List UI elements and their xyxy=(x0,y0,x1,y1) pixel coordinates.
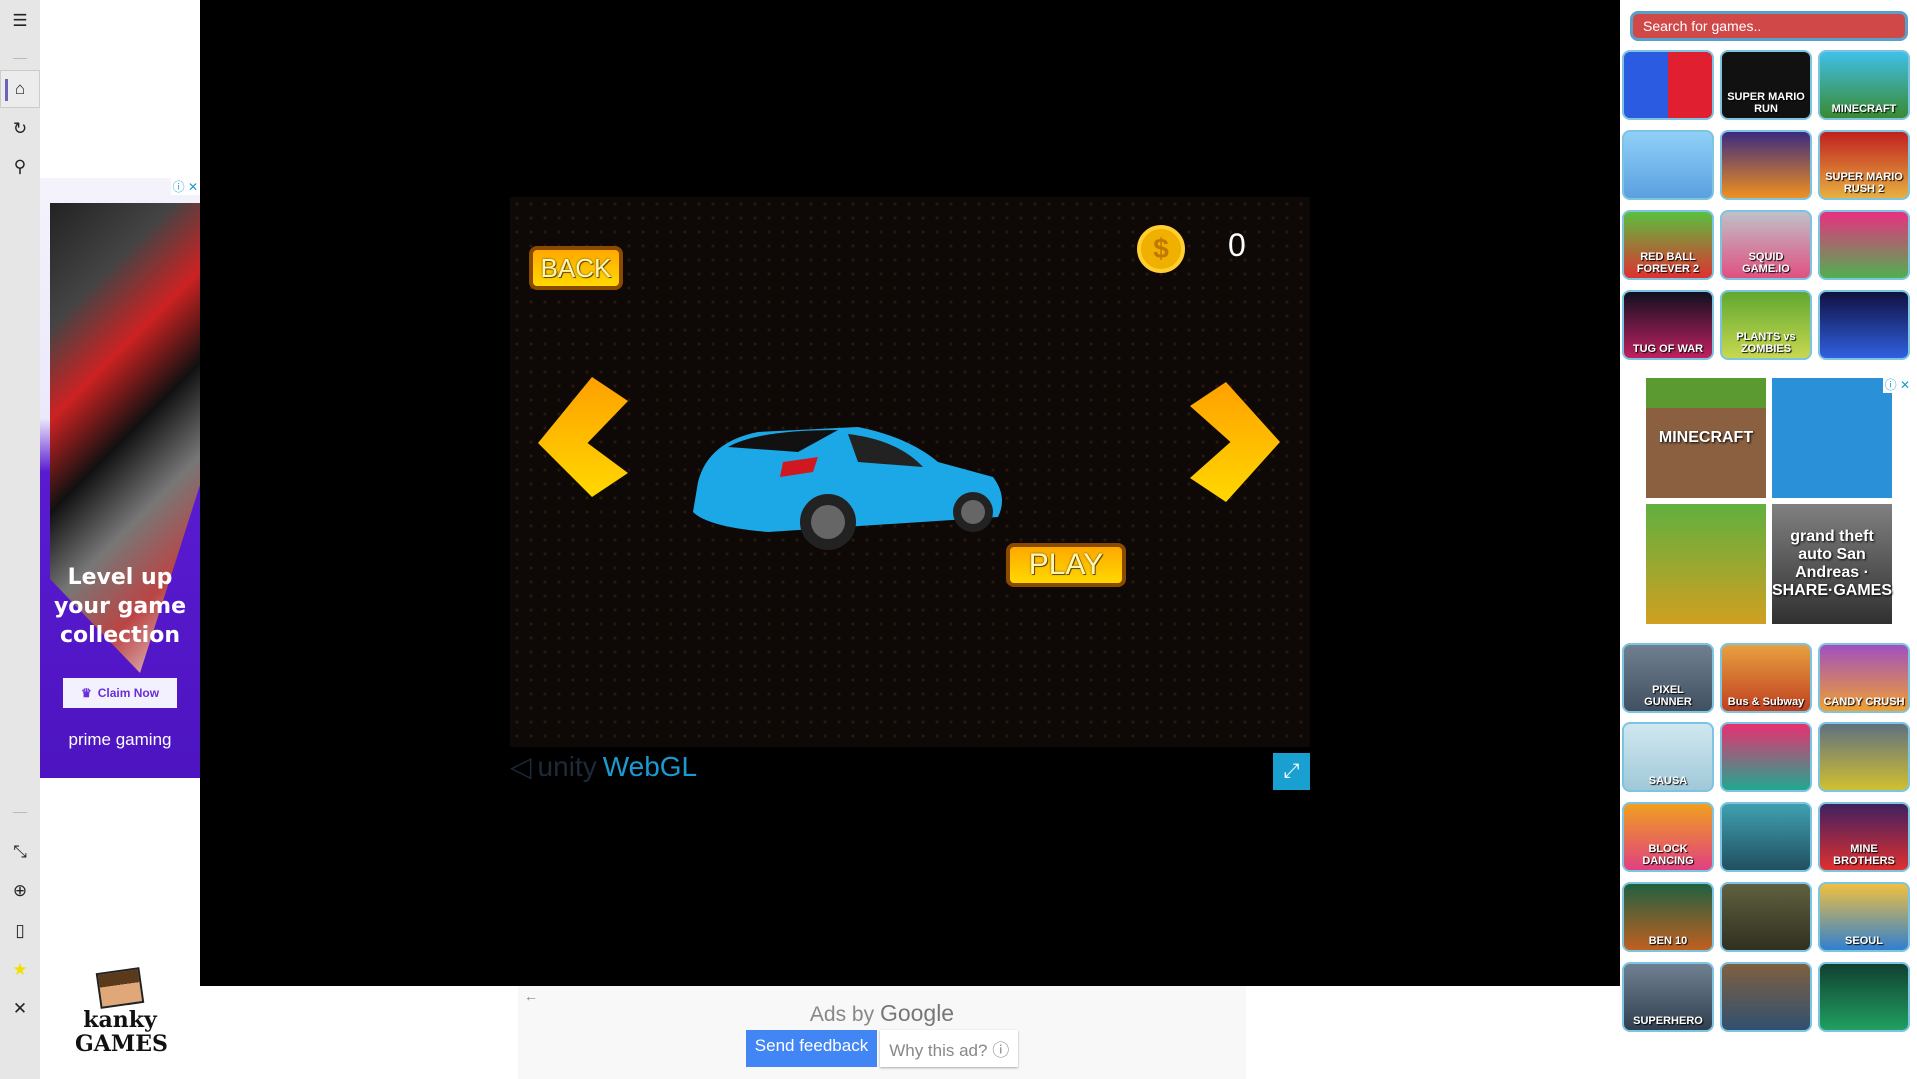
game-tile[interactable]: SUPER MARIO RUSH 2 xyxy=(1818,130,1910,200)
game-tile[interactable]: PIXEL GUNNER xyxy=(1622,643,1714,713)
car-preview xyxy=(693,427,1002,550)
game-tile[interactable]: SQUID GAME.IO xyxy=(1720,210,1812,280)
send-feedback-button[interactable]: Send feedback xyxy=(745,1030,878,1067)
ad-controls[interactable]: ⓘ ✕ xyxy=(1882,376,1912,393)
claim-now-button[interactable]: ♛ Claim Now xyxy=(63,678,177,708)
crown-icon: ♛ xyxy=(80,686,92,700)
home-icon[interactable]: ⌂ xyxy=(0,70,40,108)
ads-by-label: Ads by xyxy=(809,1003,875,1026)
divider xyxy=(13,58,27,59)
ad-headline: Level up your game collection xyxy=(53,565,187,648)
fullscreen-button[interactable]: ⤢ xyxy=(1273,753,1310,790)
bag-icon[interactable]: ▯ xyxy=(0,912,40,950)
coin-icon: $ xyxy=(1137,225,1185,273)
menu-icon[interactable]: ☰ xyxy=(0,2,40,40)
search-games-input[interactable] xyxy=(1630,11,1908,41)
game-tile[interactable]: BLOCK DANCING xyxy=(1622,802,1714,872)
why-this-ad-button[interactable]: Why this ad? ⓘ xyxy=(880,1030,1019,1067)
bottom-ad: ← Ads by Google Send feedback Why this a… xyxy=(518,986,1246,1079)
game-canvas[interactable]: BACK $ 0 PLAY xyxy=(510,197,1310,747)
ad-info-icon[interactable]: ⓘ xyxy=(1885,378,1897,392)
unity-webgl-logo: ◁ unity WebGL xyxy=(510,750,697,783)
google-label: Google xyxy=(879,1000,955,1026)
game-tile[interactable] xyxy=(1818,210,1910,280)
game-tile[interactable] xyxy=(1622,130,1714,200)
game-tile[interactable] xyxy=(1818,722,1910,792)
game-tile[interactable] xyxy=(1818,290,1910,360)
star-icon[interactable]: ★ xyxy=(0,951,40,989)
game-tile[interactable]: MINE BROTHERS xyxy=(1818,802,1910,872)
play-button[interactable]: PLAY xyxy=(1006,543,1126,587)
game-tile[interactable]: Bus & Subway xyxy=(1720,643,1812,713)
refresh-icon[interactable]: ↻ xyxy=(0,110,40,148)
claim-label: Claim Now xyxy=(97,686,160,700)
game-tile[interactable]: SUPERHERO xyxy=(1622,962,1714,1032)
back-button[interactable]: BACK xyxy=(529,246,623,290)
ads-by-google: Ads by Google xyxy=(518,1000,1246,1027)
next-car-arrow[interactable] xyxy=(1190,382,1280,502)
game-tile[interactable] xyxy=(1720,722,1812,792)
game-tile[interactable] xyxy=(1720,130,1812,200)
game-tile[interactable]: PLANTS vs ZOMBIES xyxy=(1720,290,1812,360)
ad-close-icon[interactable]: ✕ xyxy=(188,180,198,194)
game-tile[interactable]: SEOUL xyxy=(1818,882,1910,952)
previous-car-arrow[interactable] xyxy=(538,377,628,497)
ad-controls[interactable]: ⓘ ✕ xyxy=(170,178,200,195)
right-ad[interactable]: ⓘ ✕ MINECRAFT grand theft auto San Andrea… xyxy=(1646,376,1912,626)
close-icon[interactable]: ✕ xyxy=(0,990,40,1028)
games-panel: SUPER MARIO RUNMINECRAFTSUPER MARIO RUSH… xyxy=(1620,0,1917,1079)
game-tile[interactable]: SUPER MARIO RUN xyxy=(1720,50,1812,120)
game-tile[interactable]: MINECRAFT xyxy=(1818,50,1910,120)
game-tile[interactable] xyxy=(1622,50,1714,120)
ad-info-icon[interactable]: ⓘ xyxy=(173,180,185,194)
kanky-games-logo[interactable]: kanky GAMES xyxy=(75,967,168,1057)
ad-game-tile[interactable] xyxy=(1646,504,1766,624)
ad-brand: prime gaming xyxy=(68,730,172,749)
game-tile[interactable] xyxy=(1818,962,1910,1032)
webgl-text: WebGL xyxy=(602,750,698,782)
logo-line2: GAMES xyxy=(75,1031,168,1057)
game-tile[interactable] xyxy=(1720,802,1812,872)
minimize-icon[interactable]: ⤡ xyxy=(0,833,40,871)
unity-text: unity xyxy=(537,750,597,782)
ad-game-tile[interactable] xyxy=(1772,378,1892,498)
game-tile[interactable] xyxy=(1720,962,1812,1032)
game-tile[interactable]: CANDY CRUSH xyxy=(1818,643,1910,713)
logo-line1: kanky xyxy=(83,1007,157,1033)
search-icon[interactable]: ⚲ xyxy=(0,148,40,186)
ad-game-tile[interactable]: MINECRAFT xyxy=(1646,378,1766,498)
ad-close-icon[interactable]: ✕ xyxy=(1900,378,1910,392)
coin-count: 0 xyxy=(1228,227,1246,263)
ad-game-tile[interactable]: grand theft auto San Andreas · SHARE·GAM… xyxy=(1772,504,1892,624)
game-tile[interactable]: TUG OF WAR xyxy=(1622,290,1714,360)
game-tile[interactable]: BEN 10 xyxy=(1622,882,1714,952)
game-tile[interactable]: RED BALL FOREVER 2 xyxy=(1622,210,1714,280)
game-frame: BACK $ 0 PLAY ◁ unity WebGL ⤢ xyxy=(200,0,1620,986)
game-tile[interactable] xyxy=(1720,882,1812,952)
app-sidebar: ☰ ⌂ ↻ ⚲ ⤡ ⊕ ▯ ★ ✕ xyxy=(0,0,40,1079)
left-ad-banner[interactable]: ⓘ ✕ Level up your game collection ♛ Claim… xyxy=(40,178,200,778)
unity-icon: ◁ xyxy=(510,751,532,782)
globe-icon[interactable]: ⊕ xyxy=(0,872,40,910)
game-tile[interactable]: SAUSA xyxy=(1622,722,1714,792)
logo-character xyxy=(95,967,145,1009)
divider xyxy=(13,812,27,813)
